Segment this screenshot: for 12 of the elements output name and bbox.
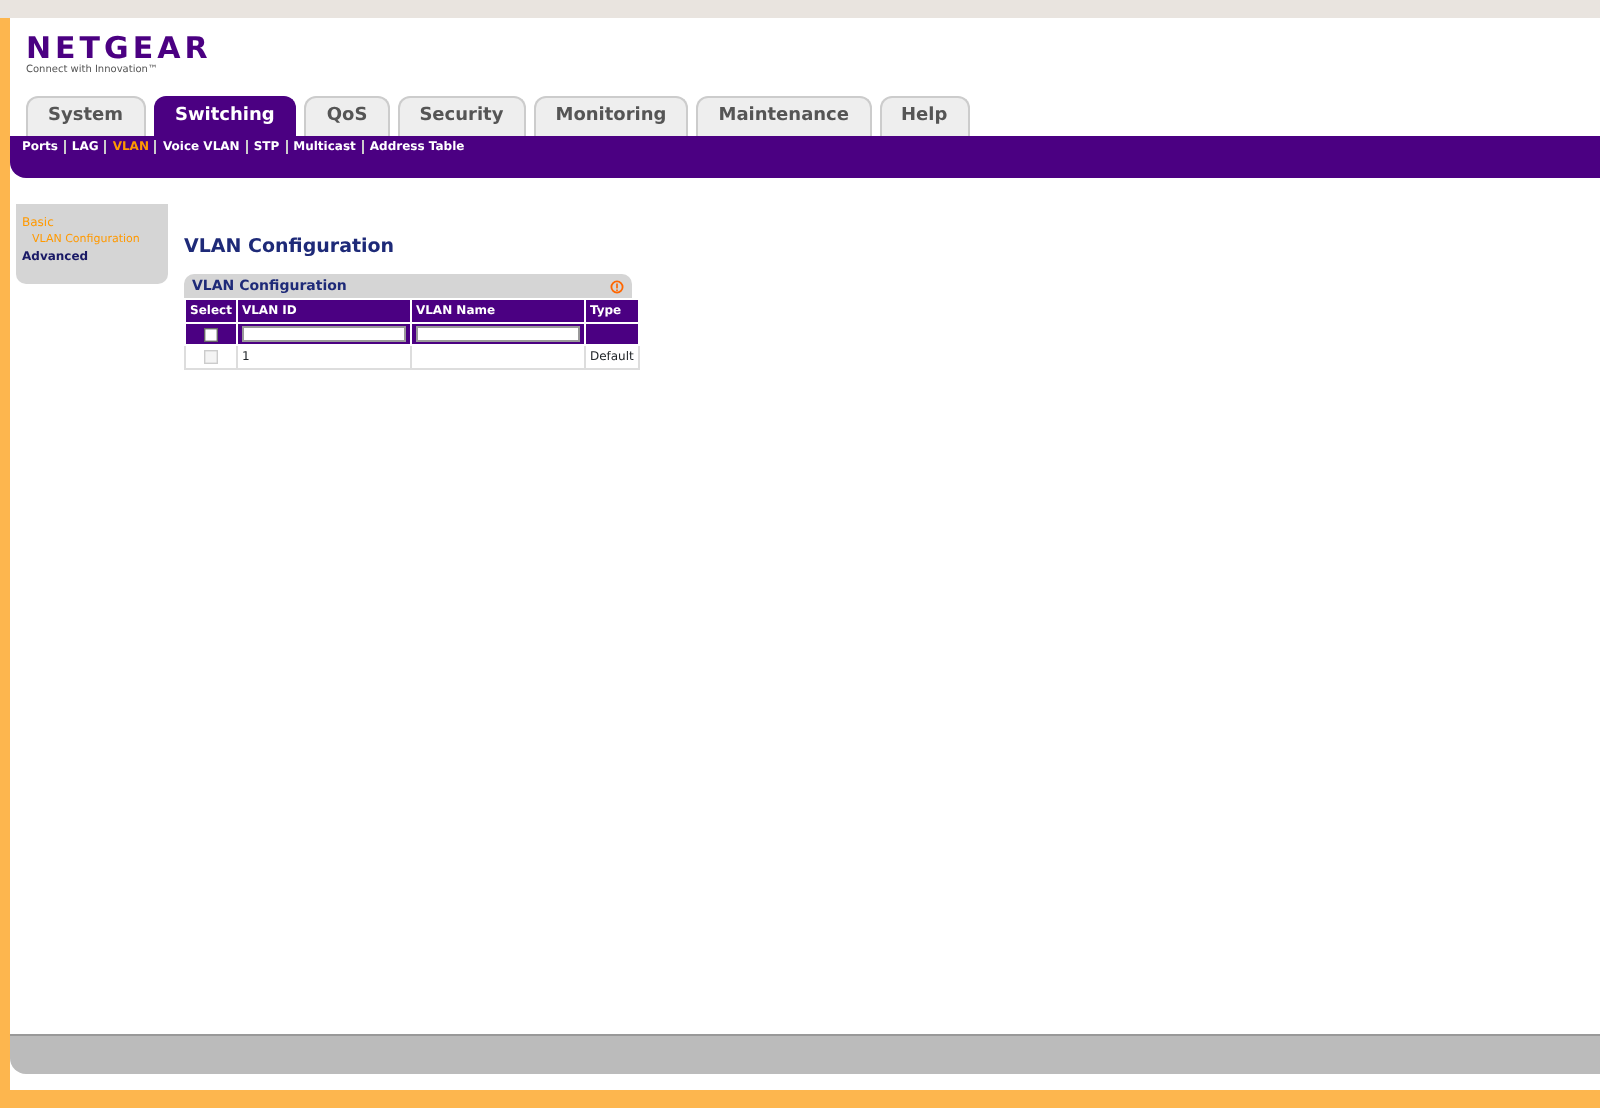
- nav-tab[interactable]: QoS: [304, 95, 390, 136]
- page-title: VLAN Configuration: [184, 234, 397, 262]
- checkbox[interactable]: [203, 327, 218, 342]
- nav-tab[interactable]: Help: [879, 95, 970, 136]
- input-field[interactable]: [415, 326, 580, 343]
- logo: NETGEAR: [26, 34, 214, 64]
- nav-tab[interactable]: Monitoring: [533, 95, 689, 136]
- nav-tab[interactable]: Maintenance: [696, 95, 871, 136]
- nav-tab[interactable]: Switching: [153, 95, 297, 136]
- nav-tab[interactable]: Security: [397, 95, 526, 136]
- nav-tab[interactable]: System: [26, 95, 145, 136]
- input-field[interactable]: [241, 326, 406, 343]
